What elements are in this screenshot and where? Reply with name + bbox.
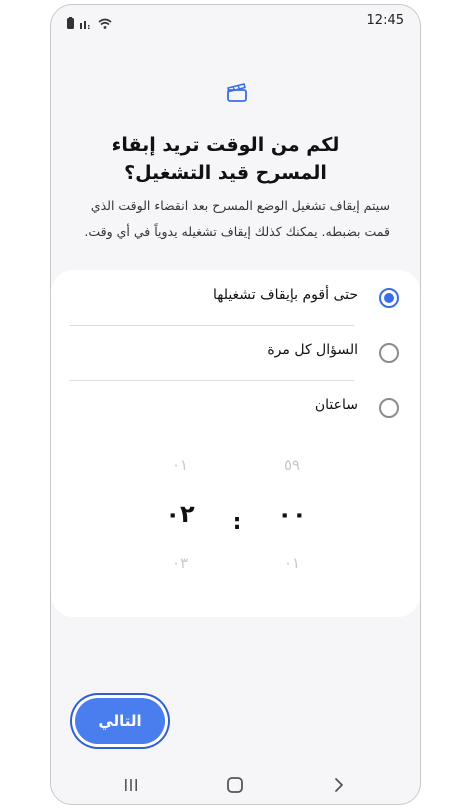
navigation-bar — [51, 765, 420, 804]
back-icon[interactable] — [327, 773, 351, 797]
hours-picker[interactable]: ٠١ ٠٢ ٠٣ — [150, 456, 210, 572]
next-button[interactable]: التالي — [75, 698, 165, 744]
status-icons — [67, 14, 112, 33]
duration-options-card: حتى أقوم بإيقاف تشغيلها السؤال كل مرة سا… — [51, 270, 420, 617]
status-bar: 12:45 — [51, 5, 420, 37]
battery-icon — [67, 14, 74, 33]
hours-above: ٠١ — [171, 456, 189, 474]
option-until-turned-off[interactable]: حتى أقوم بإيقاف تشغيلها — [51, 271, 420, 325]
option-two-hours[interactable]: ساعتان — [51, 381, 420, 435]
page-title: لكم من الوقت تريد إبقاء المسرح قيد التشغ… — [111, 134, 340, 184]
recent-apps-icon[interactable] — [119, 773, 143, 797]
page-description: سيتم إيقاف تشغيل الوضع المسرح بعد انقضاء… — [84, 198, 390, 239]
option-label: ساعتان — [314, 397, 358, 413]
theater-mode-icon — [225, 81, 249, 105]
option-label: حتى أقوم بإيقاف تشغيلها — [212, 287, 358, 303]
minutes-below: ٠١ — [283, 554, 301, 572]
hours-selected: ٠٢ — [165, 500, 195, 528]
minutes-picker[interactable]: ٥٩ ٠٠ ٠١ — [262, 456, 322, 572]
time-separator: : — [232, 510, 242, 535]
option-label: السؤال كل مرة — [267, 342, 358, 358]
phone-screen: 12:45 لكم من الوقت تريد إبقاء المسرح قيد… — [50, 4, 421, 805]
home-icon[interactable] — [223, 773, 247, 797]
radio-button[interactable] — [379, 398, 399, 418]
hours-below: ٠٣ — [171, 554, 189, 572]
minutes-above: ٥٩ — [283, 456, 301, 474]
radio-button[interactable] — [379, 343, 399, 363]
wifi-icon — [98, 14, 112, 33]
status-time: 12:45 — [366, 13, 404, 28]
option-ask-every-time[interactable]: السؤال كل مرة — [51, 326, 420, 380]
minutes-selected: ٠٠ — [277, 500, 307, 528]
radio-button-selected[interactable] — [379, 288, 399, 308]
signal-icon — [80, 14, 92, 33]
